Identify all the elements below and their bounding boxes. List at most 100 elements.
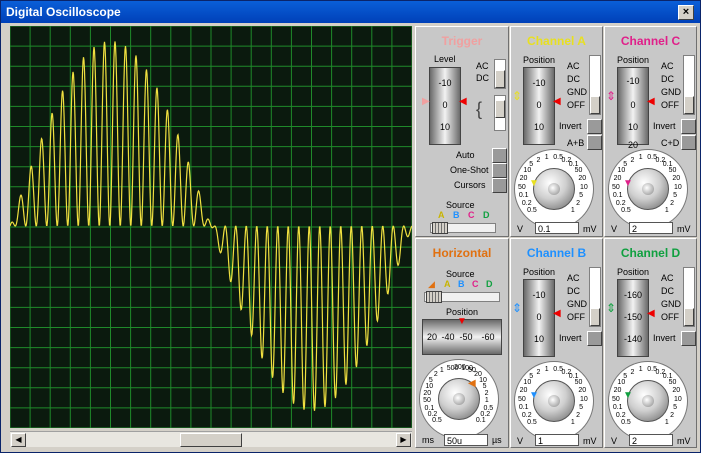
channel-c-volts-field[interactable]: 2 xyxy=(629,222,673,234)
trigger-edge-switch[interactable] xyxy=(494,95,506,131)
trigger-cursors-button[interactable] xyxy=(492,178,507,193)
dial-tick-label: 20 xyxy=(578,175,587,183)
scroll-thumb[interactable] xyxy=(180,433,242,447)
dial-tick-label: 50 xyxy=(574,167,583,175)
channel-a-position-updown-icon: ⇕ xyxy=(512,89,523,103)
channel-b-invert-button[interactable] xyxy=(587,331,602,346)
channel-b-mode-dc-label: DC xyxy=(567,286,580,296)
window-title: Digital Oscilloscope xyxy=(6,5,121,19)
trigger-level-control[interactable]: -10 0 10 xyxy=(429,67,461,145)
horizontal-source-slider[interactable] xyxy=(424,291,500,303)
channel-c-mode-ac-label: AC xyxy=(661,61,674,71)
trigger-oneshot-button[interactable] xyxy=(492,163,507,178)
dial-tick-label: 0.5 xyxy=(621,418,631,426)
dial-tick-label: 2 xyxy=(670,412,674,420)
channel-d-position-control[interactable]: -160 -150 -140 xyxy=(617,279,649,357)
channel-d-unit-mv: mV xyxy=(677,436,691,446)
dial-tick-label: 10 xyxy=(673,183,682,191)
channel-a-unit-v: V xyxy=(517,224,524,234)
close-icon[interactable]: × xyxy=(678,5,694,20)
channel-c-combine-label: C+D xyxy=(661,138,680,148)
channel-c-unit-v: V xyxy=(611,224,618,234)
dial-tick-label: 1 xyxy=(570,418,575,426)
channel-a-mode-dc-label: DC xyxy=(567,74,580,84)
horizontal-scrollbar[interactable]: ◀ ▶ xyxy=(10,431,412,447)
channel-b-volts-knob[interactable] xyxy=(533,380,575,422)
horizontal-source-c: C xyxy=(472,279,479,289)
dial-tick-label: 5 xyxy=(529,373,534,381)
dial-tick-label: 0.2 xyxy=(615,200,626,208)
trigger-auto-button[interactable] xyxy=(492,148,507,163)
channel-b-coupling-switch[interactable] xyxy=(589,267,601,327)
channel-c-combine-button[interactable] xyxy=(681,135,696,150)
dial-tick-label: 0.2 xyxy=(521,200,532,208)
trigger-coupling-switch[interactable] xyxy=(494,59,506,89)
channel-a-combine-button[interactable] xyxy=(587,135,602,150)
trigger-level-label: Level xyxy=(434,54,456,64)
dial-tick-label: 20 xyxy=(672,175,681,183)
channel-a-volts-field[interactable]: 0.1 xyxy=(535,222,579,234)
horizontal-title: Horizontal xyxy=(432,246,492,260)
trigger-source-slider[interactable] xyxy=(430,222,496,234)
horizontal-position-marker-icon: ▼ xyxy=(457,316,467,327)
dial-tick-label: 20 xyxy=(613,175,622,183)
channel-b-position-control[interactable]: -10 0 10 xyxy=(523,279,555,357)
channel-b-position-updown-icon: ⇕ xyxy=(512,301,523,315)
channel-c-position-updown-icon: ⇕ xyxy=(606,89,617,103)
dial-tick-label: 50 xyxy=(612,183,620,191)
trigger-cursors-label: Cursors xyxy=(454,180,486,190)
timebase-value-field[interactable]: 50u xyxy=(444,434,488,446)
channel-d-invert-button[interactable] xyxy=(681,331,696,346)
trigger-source-b: B xyxy=(453,210,460,220)
channel-d-volts-field[interactable]: 2 xyxy=(629,434,673,446)
dial-tick-label: 5 xyxy=(673,192,678,200)
dial-tick-label: 50 xyxy=(518,395,526,403)
channel-c-invert-button[interactable] xyxy=(681,119,696,134)
channel-d-volts-knob[interactable] xyxy=(627,380,669,422)
dial-tick-label: 5 xyxy=(428,376,433,384)
dial-tick-label: 10 xyxy=(579,183,588,191)
scroll-left-icon[interactable]: ◀ xyxy=(11,433,26,447)
title-bar[interactable]: Digital Oscilloscope × xyxy=(1,1,700,23)
channel-d-mode-gnd-label: GND xyxy=(661,299,681,309)
channel-a-coupling-switch[interactable] xyxy=(589,55,601,115)
dial-tick-label: 2 xyxy=(576,412,580,420)
dial-tick-label: 5 xyxy=(623,161,628,169)
oscilloscope-screen[interactable] xyxy=(9,25,413,429)
channel-a-position-label: Position xyxy=(523,55,556,65)
channel-c-volts-knob[interactable] xyxy=(627,168,669,210)
dial-tick-label: 0.5 xyxy=(527,206,537,214)
channel-b-position-marker-icon: ◀ xyxy=(553,308,561,319)
dial-tick-label: 5 xyxy=(623,373,628,381)
channel-d-title: Channel D xyxy=(620,246,681,260)
channel-c-position-label: Position xyxy=(617,55,650,65)
dial-tick-label: 0.1 xyxy=(518,404,529,412)
trigger-source-a: A xyxy=(438,210,445,220)
channel-a-position-control[interactable]: -10 0 10 xyxy=(523,67,555,145)
dial-tick-label: 10 xyxy=(579,395,588,403)
channel-a-mode-gnd-label: GND xyxy=(567,87,587,97)
timebase-unit-us: µs xyxy=(492,435,502,445)
channel-c-coupling-switch[interactable] xyxy=(683,55,695,115)
trigger-panel: Trigger Level -10 0 10 ▶ ◀ AC DC { Auto … xyxy=(415,26,509,237)
dial-tick-label: 1 xyxy=(664,418,669,426)
dial-tick-label: 50 xyxy=(668,379,677,387)
scroll-right-icon[interactable]: ▶ xyxy=(396,433,411,447)
dial-tick-label: 20 xyxy=(519,175,528,183)
dial-tick-label: 50 xyxy=(518,183,526,191)
channel-a-invert-button[interactable] xyxy=(587,119,602,134)
dial-tick-label: 5 xyxy=(482,383,487,391)
channel-a-volts-knob[interactable] xyxy=(533,168,575,210)
channel-d-coupling-switch[interactable] xyxy=(683,267,695,327)
horizontal-source-d: D xyxy=(486,279,493,289)
dial-tick-label: 1 xyxy=(570,206,575,214)
channel-b-unit-mv: mV xyxy=(583,436,597,446)
trigger-source-d: D xyxy=(483,210,490,220)
waveform-display xyxy=(9,25,413,429)
channel-b-volts-field[interactable]: 1 xyxy=(535,434,579,446)
trigger-source-label: Source xyxy=(446,200,475,210)
dial-tick-label: 0.1 xyxy=(612,192,623,200)
dial-tick-label: 1 xyxy=(664,206,669,214)
dial-tick-label: 2 xyxy=(630,368,635,376)
channel-c-position-control[interactable]: -10 0 10 20 xyxy=(617,67,649,150)
